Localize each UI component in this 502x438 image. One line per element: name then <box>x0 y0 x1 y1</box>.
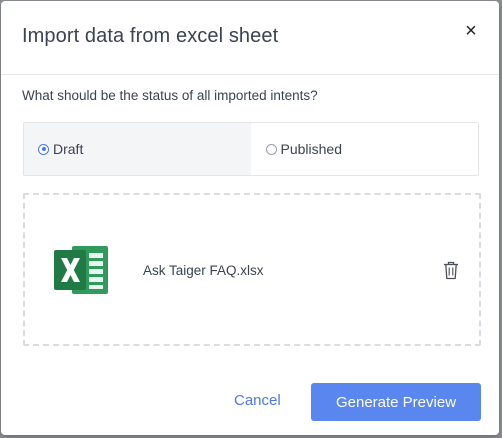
status-option-published[interactable]: Published <box>251 123 479 175</box>
cancel-button[interactable]: Cancel <box>234 392 281 409</box>
status-option-draft[interactable]: Draft <box>24 123 251 175</box>
status-radio-group: Draft Published <box>23 122 479 176</box>
trash-icon[interactable] <box>443 261 459 280</box>
radio-checked-icon[interactable] <box>38 143 49 155</box>
file-name: Ask Taiger FAQ.xlsx <box>143 263 264 278</box>
import-dialog: Import data from excel sheet × What shou… <box>1 1 499 435</box>
file-dropzone[interactable]: Ask Taiger FAQ.xlsx <box>23 193 481 346</box>
close-icon[interactable]: × <box>461 21 481 41</box>
dialog-title: Import data from excel sheet <box>22 25 279 47</box>
status-option-label: Draft <box>53 141 84 157</box>
status-option-label: Published <box>280 141 343 157</box>
excel-file-icon <box>54 246 108 294</box>
dialog-header: Import data from excel sheet × <box>1 1 499 75</box>
radio-unchecked-icon[interactable] <box>265 143 277 155</box>
status-question: What should be the status of all importe… <box>22 88 318 103</box>
generate-preview-button[interactable]: Generate Preview <box>311 383 481 421</box>
